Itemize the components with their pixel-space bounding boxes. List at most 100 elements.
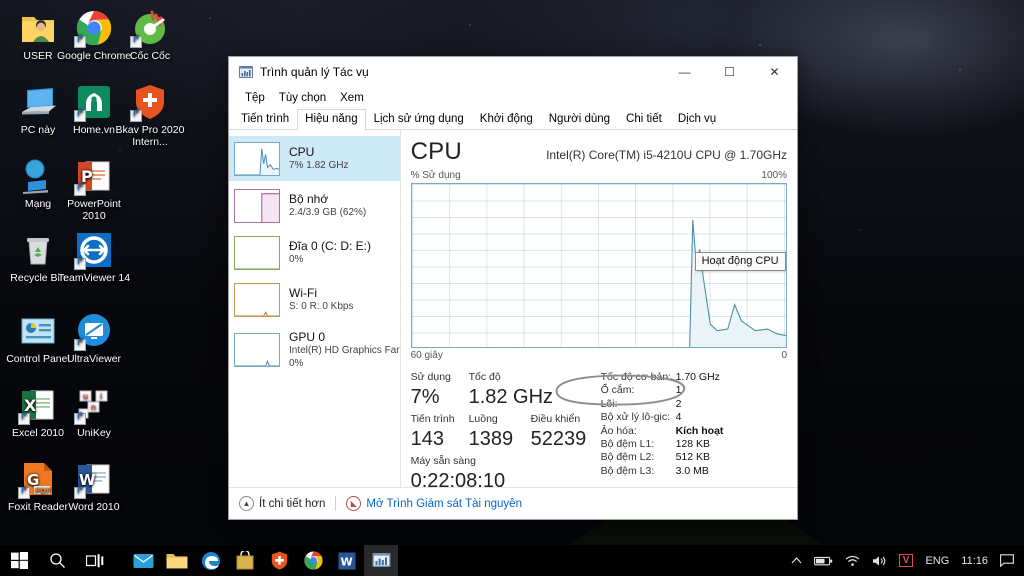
spec-value: Kích hoạt <box>675 424 724 437</box>
cpu-usage-graph[interactable]: Hoạt động CPU <box>410 183 787 348</box>
recycle-bin-icon <box>18 230 58 270</box>
stat-label: Luồng <box>468 413 498 425</box>
fewer-details-button[interactable]: ▲ Ít chi tiết hơn <box>239 496 325 511</box>
desktop-icon-label: PowerPoint 2010 <box>67 198 121 222</box>
desktop-icon-teamviewer-14[interactable]: TeamViewer 14 <box>56 230 132 285</box>
menu-file[interactable]: Tệp <box>238 87 272 109</box>
taskbar-task-manager-app[interactable] <box>364 545 398 576</box>
graph-x-end-label: 0 <box>781 350 787 361</box>
clock-time: 11:16 <box>961 554 988 567</box>
stat-row-processes-threads-handles: Tiến trình 143 Luồng 1389 Điều khiển 522… <box>411 412 601 452</box>
task-manager-window[interactable]: Trình quản lý Tác vụ — ☐ ✕ Tệp Tùy chọn … <box>228 56 798 520</box>
minimize-button[interactable]: — <box>662 58 707 87</box>
task-view-button[interactable] <box>76 545 114 576</box>
stat-speed: Tốc độ 1.82 GHz <box>469 370 569 410</box>
maximize-button[interactable]: ☐ <box>707 58 752 87</box>
svg-text:i: i <box>100 392 102 401</box>
taskbar-word-app[interactable]: W <box>330 545 364 576</box>
tab-app-history[interactable]: Lịch sử ứng dụng <box>366 109 472 130</box>
chevron-up-icon: ▲ <box>239 496 254 511</box>
tab-performance[interactable]: Hiệu năng <box>297 109 366 130</box>
home-vn-icon <box>74 82 114 122</box>
tab-processes[interactable]: Tiến trình <box>233 109 297 130</box>
resource-sidebar[interactable]: CPU 7% 1.82 GHz Bộ nhớ 2.4/3.9 GB (62%) <box>229 130 401 487</box>
volume-button[interactable] <box>866 545 893 576</box>
desktop-icon-coc-coc[interactable]: Cốc Cốc <box>112 8 188 63</box>
stat-label: Máy sẵn sàng <box>410 455 476 467</box>
search-button[interactable] <box>38 545 76 576</box>
sidebar-item-gpu-0[interactable]: GPU 0 Intel(R) HD Graphics Far 0% <box>229 324 400 376</box>
stat-row-usage-speed: Sử dụng 7% Tốc độ 1.82 GHz <box>411 370 601 410</box>
taskbar-file-explorer-app[interactable] <box>160 545 194 576</box>
chrome-icon <box>304 551 322 570</box>
graph-y-axis-label: % Sử dụng <box>410 170 461 181</box>
spec-value: 3.0 MB <box>675 464 709 477</box>
window-titlebar[interactable]: Trình quản lý Tác vụ — ☐ ✕ <box>229 57 797 87</box>
store-icon <box>236 551 254 570</box>
language-button[interactable]: ENG <box>919 545 955 576</box>
sidebar-item-wifi[interactable]: Wi-Fi S: 0 R: 0 Kbps <box>229 277 400 322</box>
shortcut-overlay-icon <box>74 36 86 48</box>
shortcut-overlay-icon <box>74 184 86 196</box>
menu-options[interactable]: Tùy chọn <box>272 87 333 109</box>
graph-bottom-labels: 60 giây 0 <box>411 350 787 361</box>
window-body: CPU 7% 1.82 GHz Bộ nhớ 2.4/3.9 GB (62%) <box>229 130 797 492</box>
shortcut-overlay-icon <box>74 258 86 270</box>
sidebar-item-memory[interactable]: Bộ nhớ 2.4/3.9 GB (62%) <box>229 183 400 228</box>
desktop-icon-bkav-pro[interactable]: Bkav Pro 2020 Intern... <box>112 82 188 148</box>
fewer-details-label: Ít chi tiết hơn <box>259 497 326 510</box>
sidebar-item-label: Bộ nhớ <box>289 192 329 206</box>
mail-icon <box>133 553 153 568</box>
graph-y-max-label: 100% <box>761 170 787 181</box>
tab-startup[interactable]: Khởi động <box>472 109 541 130</box>
window-title: Trình quản lý Tác vụ <box>260 65 369 79</box>
desktop-icon-ultraviewer[interactable]: UltraViewer <box>56 311 132 366</box>
show-hidden-icons-button[interactable] <box>785 545 808 576</box>
folder-icon <box>166 553 188 568</box>
stat-label: Tốc độ <box>468 371 501 383</box>
chrome-icon <box>74 8 114 48</box>
tab-users[interactable]: Người dùng <box>541 109 618 130</box>
task-manager-icon <box>238 64 254 80</box>
desktop-icon-unikey[interactable]: u i n UniKey <box>56 385 132 440</box>
tab-services[interactable]: Dịch vụ <box>670 109 724 130</box>
battery-status-button[interactable] <box>808 545 839 576</box>
taskbar-mail-app[interactable] <box>126 545 160 576</box>
clock[interactable]: 11:16 <box>955 545 994 576</box>
desktop: USER Google Chrome <box>0 0 1024 576</box>
sidebar-item-cpu[interactable]: CPU 7% 1.82 GHz <box>229 136 400 181</box>
taskbar-store-app[interactable] <box>228 545 262 576</box>
tab-details[interactable]: Chi tiết <box>618 109 670 130</box>
detail-header: CPU Intel(R) Core(TM) i5-4210U CPU @ 1.7… <box>411 138 787 166</box>
stat-label: Điều khiển <box>530 413 581 425</box>
stats-primary: Sử dụng 7% Tốc độ 1.82 GHz Tiến trình 14… <box>411 370 601 496</box>
desktop-icon-label: Cốc Cốc <box>129 50 171 62</box>
open-resource-monitor-link[interactable]: ◣ Mở Trình Giám sát Tài nguyên <box>346 496 522 511</box>
taskbar-bkav-app[interactable] <box>262 545 296 576</box>
system-tray[interactable]: V ENG 11:16 <box>785 545 1024 576</box>
svg-text:PDF: PDF <box>35 487 51 495</box>
stat-row-uptime: Máy sẵn sàng 0:22:08:10 <box>411 454 601 494</box>
bkav-shield-icon <box>130 82 170 122</box>
start-button[interactable] <box>0 545 38 576</box>
desktop-icon-powerpoint-2010[interactable]: P PowerPoint 2010 <box>56 156 132 222</box>
powerpoint-icon: P <box>74 156 114 196</box>
unikey-tray-button[interactable]: V <box>893 545 920 576</box>
spec-value: 512 KB <box>675 451 711 464</box>
tab-bar[interactable]: Tiến trình Hiệu năng Lịch sử ứng dụng Kh… <box>229 109 797 130</box>
desktop-icon-label: Word 2010 <box>68 501 120 513</box>
spec-l1-cache: Bộ đệm L1: 128 KB <box>601 438 787 451</box>
menubar[interactable]: Tệp Tùy chọn Xem <box>229 87 797 109</box>
close-button[interactable]: ✕ <box>752 58 797 87</box>
network-status-button[interactable] <box>839 545 866 576</box>
svg-text:W: W <box>341 555 353 568</box>
taskbar-edge-app[interactable] <box>194 545 228 576</box>
sidebar-item-disk-0[interactable]: Đĩa 0 (C: D: E:) 0% <box>229 230 400 275</box>
taskbar[interactable]: W V ENG 11:16 <box>0 545 1024 576</box>
desktop-icon-word-2010[interactable]: W Word 2010 <box>56 459 132 514</box>
taskbar-chrome-app[interactable] <box>296 545 330 576</box>
action-center-button[interactable] <box>994 545 1020 576</box>
shortcut-overlay-icon <box>74 339 86 351</box>
stats-specs: Tốc độ cơ bản: 1.70 GHz Ổ cắm: 1 Lõi: 2 <box>601 370 787 496</box>
menu-view[interactable]: Xem <box>333 87 371 109</box>
